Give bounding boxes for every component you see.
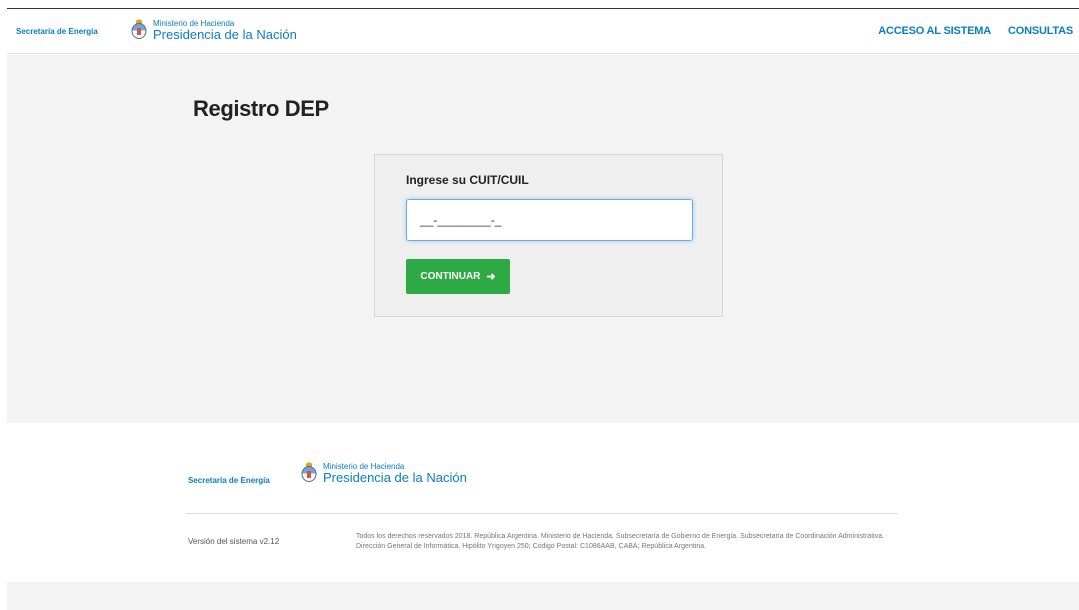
legal-notice: Todos los derechos reservados 2018. Repú…: [356, 533, 885, 550]
header: Secretaría de Energía Ministerio de Haci…: [7, 8, 1079, 54]
escudo-icon: [301, 462, 317, 482]
cuit-input[interactable]: [406, 199, 693, 241]
cuit-form-card: Ingrese su CUIT/CUIL CONTINUAR ➜: [374, 154, 723, 317]
nav-consultas[interactable]: CONSULTAS: [1008, 25, 1073, 37]
system-version: Versión del sistema v2.12: [188, 537, 280, 546]
cuit-label: Ingrese su CUIT/CUIL: [406, 173, 529, 187]
nav-acceso-al-sistema[interactable]: ACCESO AL SISTEMA: [878, 25, 991, 37]
continue-button-label: CONTINUAR: [420, 271, 481, 282]
escudo-icon: [131, 19, 147, 39]
footer-logos: Secretaría de Energía Ministerio de Haci…: [186, 462, 898, 492]
footer-divider: [186, 513, 898, 514]
presidencia-name: Presidencia de la Nación: [153, 27, 297, 42]
footer-presidencia-name: Presidencia de la Nación: [323, 470, 467, 485]
footer-secretaria-logo[interactable]: Secretaría de Energía: [188, 476, 270, 485]
page: Secretaría de Energía Ministerio de Haci…: [0, 0, 1079, 610]
page-title: Registro DEP: [193, 96, 329, 121]
footer-ministerio-text: Ministerio de Hacienda Presidencia de la…: [323, 462, 467, 485]
top-nav: ACCESO AL SISTEMA CONSULTAS: [878, 25, 1073, 37]
bottom-band: [7, 582, 1079, 610]
continue-button[interactable]: CONTINUAR ➜: [406, 259, 510, 294]
footer-ministerio-logo[interactable]: Ministerio de Hacienda Presidencia de la…: [301, 462, 467, 485]
main-content: Registro DEP Ingrese su CUIT/CUIL CONTIN…: [7, 55, 1079, 423]
secretaria-energia-logo[interactable]: Secretaría de Energía: [16, 27, 98, 36]
ministerio-logo[interactable]: Ministerio de Hacienda Presidencia de la…: [131, 19, 297, 42]
ministerio-text: Ministerio de Hacienda Presidencia de la…: [153, 19, 297, 42]
arrow-right-icon: ➜: [486, 271, 496, 283]
